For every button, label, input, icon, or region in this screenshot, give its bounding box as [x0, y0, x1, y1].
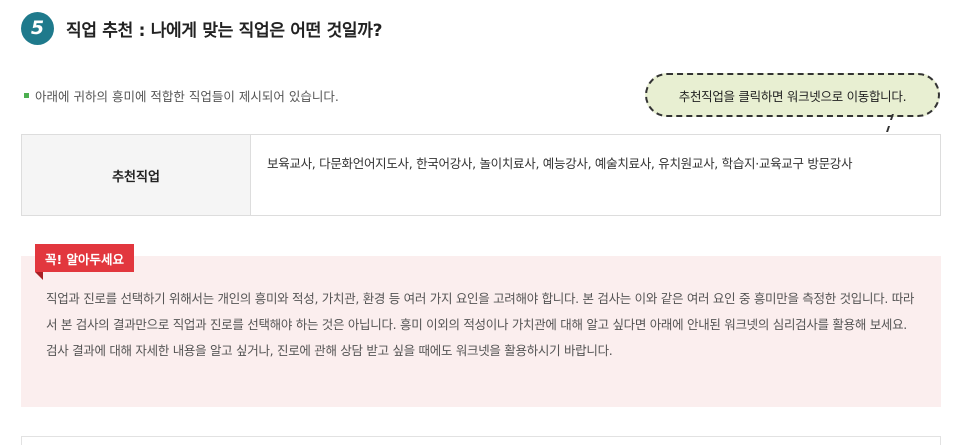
- recommended-jobs-header: 추천직업: [22, 135, 251, 215]
- tag-fold-icon: [35, 272, 43, 280]
- bullet-icon: [24, 93, 29, 98]
- section-number-badge: 5: [21, 11, 54, 45]
- bubble-text: 추천직업을 클릭하면 워크넷으로 이동합니다.: [678, 88, 907, 104]
- notice-body: 직업과 진로를 선택하기 위해서는 개인의 흥미와 적성, 가치관, 환경 등 …: [46, 291, 915, 358]
- intro-text: 아래에 귀하의 흥미에 적합한 직업들이 제시되어 있습니다.: [35, 89, 339, 104]
- recommended-jobs-table: 추천직업 보육교사, 다문화언어지도사, 한국어강사, 놀이치료사, 예능강사,…: [21, 134, 941, 216]
- intro-line: 아래에 귀하의 흥미에 적합한 직업들이 제시되어 있습니다.: [24, 86, 339, 105]
- section-header: 5 직업 추천 : 나에게 맞는 직업은 어떤 것일까?: [21, 11, 382, 45]
- notice-tag: 꼭! 알아두세요: [35, 244, 135, 272]
- result-page: 5 직업 추천 : 나에게 맞는 직업은 어떤 것일까? 아래에 귀하의 흥미에…: [0, 0, 954, 445]
- notice-box: 꼭! 알아두세요 직업과 진로를 선택하기 위해서는 개인의 흥미와 적성, 가…: [21, 244, 941, 407]
- next-section-box: [21, 436, 941, 445]
- section-title: 직업 추천 : 나에게 맞는 직업은 어떤 것일까?: [66, 20, 383, 41]
- workinfo-speech-bubble: 추천직업을 클릭하면 워크넷으로 이동합니다.: [645, 73, 940, 117]
- recommended-jobs-list[interactable]: 보육교사, 다문화언어지도사, 한국어강사, 놀이치료사, 예능강사, 예술치료…: [251, 135, 940, 215]
